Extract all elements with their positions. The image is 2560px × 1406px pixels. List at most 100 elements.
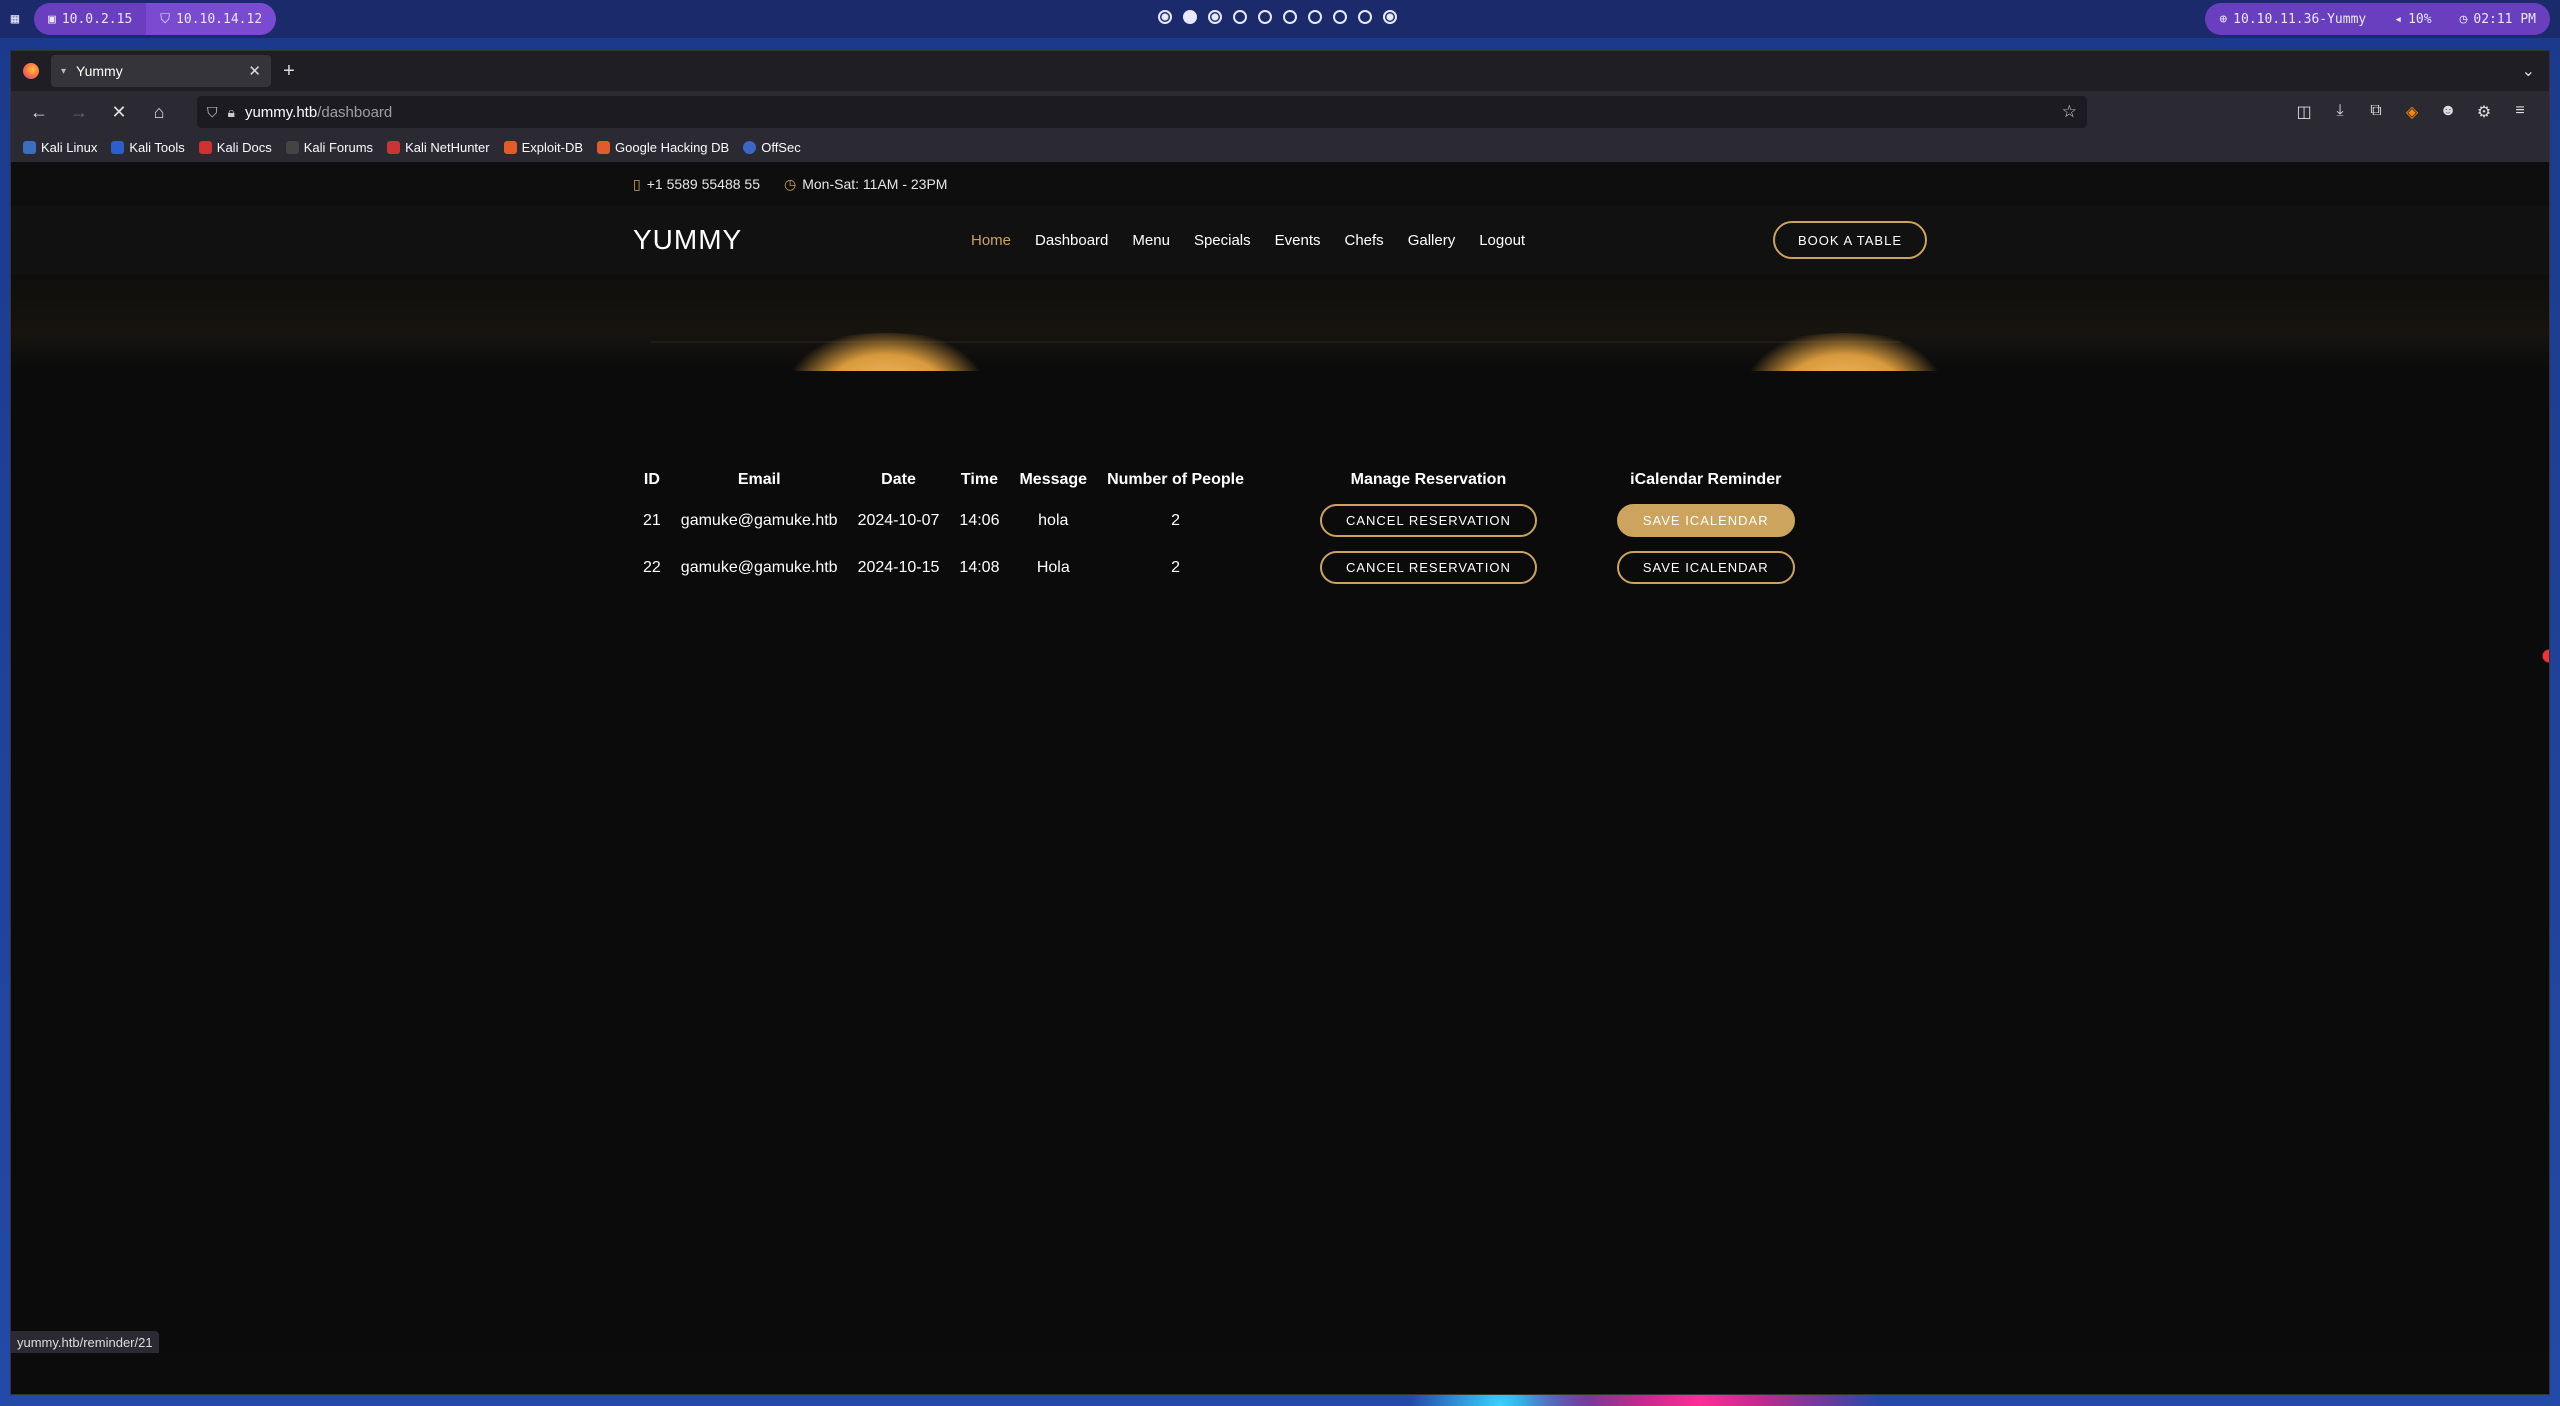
table-header-row: ID Email Date Time Message Number of Peo…: [633, 463, 1805, 497]
back-button[interactable]: ←: [23, 96, 55, 128]
site-logo[interactable]: YUMMY: [633, 224, 742, 256]
home-button[interactable]: ⌂: [143, 96, 175, 128]
nav-logout[interactable]: Logout: [1479, 232, 1525, 249]
bookmark-exploit-db[interactable]: Exploit-DB: [503, 140, 583, 155]
bookmark-kali-docs[interactable]: Kali Docs: [198, 140, 272, 155]
apps-grid-icon[interactable]: ▦: [0, 11, 30, 27]
speaker-icon: ◂: [2394, 11, 2403, 27]
bookmark-offsec[interactable]: OffSec: [743, 140, 801, 155]
nav-gallery[interactable]: Gallery: [1408, 232, 1456, 249]
cancel-reservation-button[interactable]: CANCEL RESERVATION: [1319, 504, 1537, 537]
download-icon[interactable]: ⤓: [2329, 102, 2351, 122]
header-people: Number of People: [1107, 471, 1244, 488]
bookmark-kali-linux[interactable]: Kali Linux: [23, 140, 97, 155]
status-bar-link: yummy.htb/reminder/21: [11, 1331, 159, 1353]
workspace-8[interactable]: [1333, 10, 1347, 24]
navigation-bar: ← → ✕ ⌂ ⛉ 🔒︎ yummy.htb/dashboard ☆ ◫ ⤓ ⧉…: [11, 91, 2549, 133]
lamp-image: [1749, 333, 1939, 371]
book-a-table-button[interactable]: BOOK A TABLE: [1773, 221, 1927, 259]
nav-dashboard[interactable]: Dashboard: [1035, 232, 1108, 249]
header-id: ID: [643, 471, 660, 488]
bookmark-google-hacking-db[interactable]: Google Hacking DB: [597, 140, 729, 155]
new-tab-button[interactable]: +: [271, 60, 307, 83]
cell-message: hola: [1038, 511, 1069, 529]
tab-list-chevron-icon[interactable]: ⌄: [2522, 61, 2535, 81]
cell-email: gamuke@gamuke.htb: [680, 511, 838, 529]
exploit-db-icon: [503, 141, 517, 154]
shield-icon[interactable]: ⛉: [207, 104, 218, 121]
cell-ical: SAVE ICALENDAR: [1547, 497, 1805, 544]
cell-date: 2024-10-07: [857, 511, 940, 529]
bookmark-star-icon[interactable]: ☆: [2062, 102, 2077, 122]
save-icalendar-button[interactable]: SAVE ICALENDAR: [1616, 551, 1795, 584]
save-icalendar-button[interactable]: SAVE ICALENDAR: [1616, 504, 1795, 537]
system-bar: ▦ ▣ 10.0.2.15 ⛉ 10.10.14.12 ⊕ 10.10.11.3…: [0, 0, 2560, 38]
nethunter-icon: [387, 141, 401, 154]
pocket-icon[interactable]: ◫: [2293, 102, 2315, 122]
nav-chefs[interactable]: Chefs: [1345, 232, 1384, 249]
nav-menu[interactable]: Menu: [1132, 232, 1170, 249]
target-icon: ⊕: [2219, 11, 2228, 27]
header-email: Email: [737, 471, 781, 488]
clock: ◷ 02:11 PM: [2445, 3, 2550, 35]
url-host: yummy.htb: [244, 103, 318, 121]
volume-indicator[interactable]: ◂ 10%: [2380, 3, 2446, 35]
workspace-4[interactable]: [1233, 10, 1247, 24]
workspace-5[interactable]: [1258, 10, 1272, 24]
table-row: 21 gamuke@gamuke.htb 2024-10-07 14:06 ho…: [633, 497, 1805, 544]
table-row: 22 gamuke@gamuke.htb 2024-10-15 14:08 Ho…: [633, 544, 1805, 591]
stop-button[interactable]: ✕: [103, 96, 135, 128]
cancel-reservation-button[interactable]: CANCEL RESERVATION: [1319, 551, 1537, 584]
kali-icon: [23, 141, 36, 154]
url-bar[interactable]: ⛉ 🔒︎ yummy.htb/dashboard ☆: [197, 96, 2087, 128]
kali-tools-icon: [111, 141, 125, 154]
workspace-7[interactable]: [1308, 10, 1322, 24]
workspace-6[interactable]: [1283, 10, 1297, 24]
cell-email: gamuke@gamuke.htb: [680, 558, 838, 576]
extensions-icon[interactable]: ⧉: [2365, 102, 2387, 122]
tab-close-icon[interactable]: ✕: [248, 62, 261, 80]
lock-icon[interactable]: 🔒︎: [228, 104, 235, 121]
workspace-10[interactable]: [1383, 10, 1397, 24]
forward-button[interactable]: →: [63, 96, 95, 128]
cell-id: 21: [643, 511, 661, 529]
phone-info: ▯ +1 5589 55488 55: [633, 175, 760, 192]
offsec-icon: [743, 141, 757, 154]
bookmark-kali-nethunter[interactable]: Kali NetHunter: [387, 140, 490, 155]
cell-message: Hola: [1036, 558, 1070, 576]
tab-bar: ▾ Yummy ✕ + ⌄: [11, 51, 2549, 91]
hero-banner: [11, 275, 2549, 371]
workspace-1[interactable]: [1158, 10, 1172, 24]
nav-events[interactable]: Events: [1275, 232, 1321, 249]
bookmark-kali-tools[interactable]: Kali Tools: [111, 140, 185, 155]
tab-favicon-icon: ▾: [61, 65, 67, 77]
shield-icon: ⛉: [160, 11, 171, 27]
clock-icon: ◷: [2459, 11, 2468, 27]
reservations-table: ID Email Date Time Message Number of Peo…: [633, 463, 1805, 591]
workspace-9[interactable]: [1358, 10, 1372, 24]
main-menu: Home Dashboard Menu Specials Events Chef…: [971, 232, 1525, 249]
bookmark-kali-forums[interactable]: Kali Forums: [285, 140, 373, 155]
tab-yummy[interactable]: ▾ Yummy ✕: [51, 55, 271, 87]
burp-extension-icon[interactable]: ◈: [2401, 102, 2423, 122]
monitor-icon: ▣: [48, 11, 56, 27]
target-indicator: ⊕ 10.10.11.36-Yummy: [2205, 3, 2381, 35]
cell-people: 2: [1171, 511, 1180, 529]
hours-info: ◷ Mon-Sat: 11AM - 23PM: [784, 175, 948, 192]
profile-avatar-icon[interactable]: ☻: [2437, 102, 2459, 122]
workspace-2[interactable]: [1183, 10, 1197, 24]
menu-hamburger-icon[interactable]: ≡: [2509, 102, 2531, 122]
settings-icon[interactable]: ⚙: [2473, 102, 2495, 122]
kali-forums-icon: [285, 141, 299, 154]
cell-id: 22: [643, 558, 661, 576]
nav-home[interactable]: Home: [971, 232, 1011, 249]
workspace-switcher: [1158, 10, 1397, 24]
ip-address-vpn: ⛉ 10.10.14.12: [146, 3, 277, 35]
side-notification-icon[interactable]: [2541, 638, 2549, 698]
header-message: Message: [1019, 471, 1088, 488]
nav-specials[interactable]: Specials: [1194, 232, 1251, 249]
workspace-3[interactable]: [1208, 10, 1222, 24]
firefox-icon[interactable]: [11, 63, 51, 79]
site-header: YUMMY Home Dashboard Menu Specials Event…: [11, 205, 2549, 275]
cell-manage: CANCEL RESERVATION: [1254, 544, 1547, 591]
